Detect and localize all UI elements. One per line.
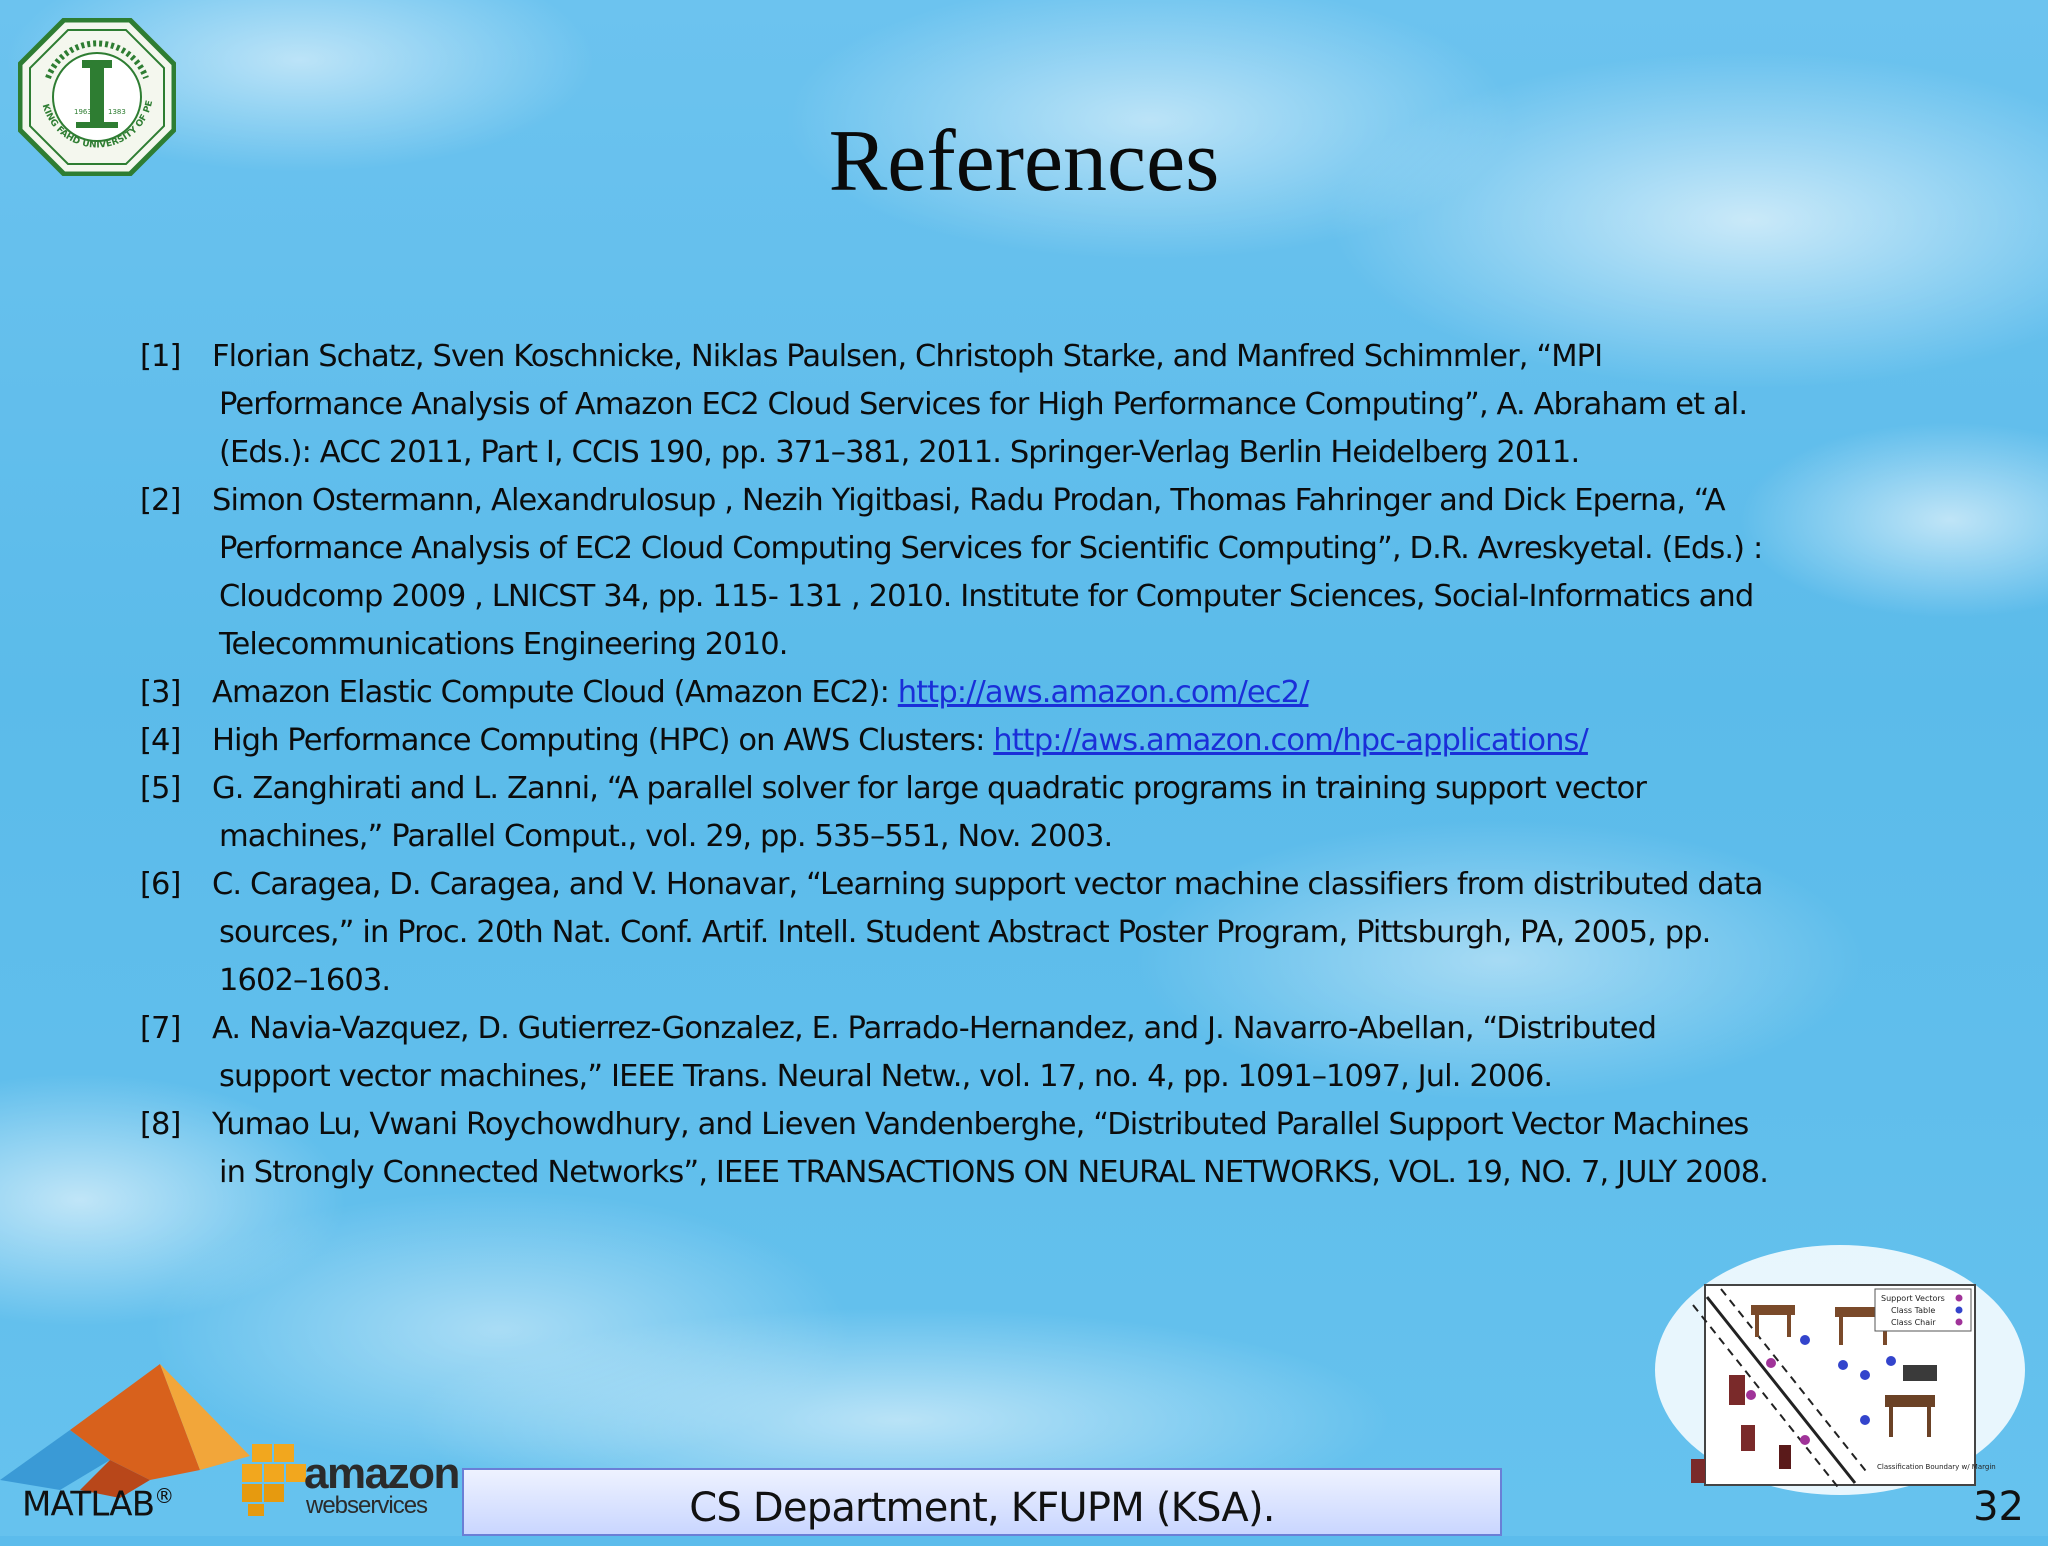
reference-text-line: C. Caragea, D. Caragea, and V. Honavar, … <box>212 867 1763 902</box>
reference-number: [4] <box>140 723 181 758</box>
reference-text-line: sources,” in Proc. 20th Nat. Conf. Artif… <box>219 915 1711 950</box>
reference-item-7: [7] A. Navia-Vazquez, D. Gutierrez-Gonza… <box>140 1005 1970 1101</box>
reference-text-line: Performance Analysis of Amazon EC2 Cloud… <box>219 387 1748 422</box>
matlab-label: MATLAB® <box>22 1484 174 1525</box>
reference-item-6: [6] C. Caragea, D. Caragea, and V. Honav… <box>140 861 1970 1005</box>
reference-text-line: Cloudcomp 2009 , LNICST 34, pp. 115- 131… <box>219 579 1754 614</box>
reference-text-line: Performance Analysis of EC2 Cloud Comput… <box>219 531 1763 566</box>
svg-text:1963: 1963 <box>74 108 92 116</box>
reference-text-line: machines,” Parallel Comput., vol. 29, pp… <box>219 819 1113 854</box>
reference-text-line: G. Zanghirati and L. Zanni, “A parallel … <box>212 771 1647 806</box>
reference-list: [1] Florian Schatz, Sven Koschnicke, Nik… <box>140 333 1970 1197</box>
webservices-wordmark: webservices <box>306 1492 428 1519</box>
slide-title: References <box>828 113 1220 210</box>
reference-text: Amazon Elastic Compute Cloud (Amazon EC2… <box>212 675 898 710</box>
reference-number: [7] <box>140 1011 181 1046</box>
svg-text:Classification Boundary w/ Mar: Classification Boundary w/ Margin <box>1877 1463 1996 1471</box>
svg-text:Support Vectors: Support Vectors <box>1881 1294 1945 1303</box>
reference-item-8: [8] Yumao Lu, Vwani Roychowdhury, and Li… <box>140 1101 1970 1197</box>
svm-classification-figure: Support Vectors Class Table Class Chair … <box>1655 1245 2025 1495</box>
reference-item-2: [2] Simon Ostermann, AlexandruIosup , Ne… <box>140 477 1970 669</box>
reference-text-line: Florian Schatz, Sven Koschnicke, Niklas … <box>212 339 1603 374</box>
reference-text-line: A. Navia-Vazquez, D. Gutierrez-Gonzalez,… <box>212 1011 1657 1046</box>
reference-item-4: [4] High Performance Computing (HPC) on … <box>140 717 1970 765</box>
reference-item-1: [1] Florian Schatz, Sven Koschnicke, Nik… <box>140 333 1970 477</box>
amazon-wordmark: amazon <box>304 1449 460 1498</box>
reference-number: [5] <box>140 771 181 806</box>
footer-department-bar: CS Department, KFUPM (KSA). <box>462 1468 1502 1536</box>
matlab-logo <box>0 1364 250 1498</box>
reference-text-line: (Eds.): ACC 2011, Part I, CCIS 190, pp. … <box>219 435 1580 470</box>
department-label: CS Department, KFUPM (KSA). <box>689 1485 1275 1531</box>
reference-item-5: [5] G. Zanghirati and L. Zanni, “A paral… <box>140 765 1970 861</box>
reference-number: [3] <box>140 675 181 710</box>
reference-item-3: [3] Amazon Elastic Compute Cloud (Amazon… <box>140 669 1970 717</box>
reference-number: [2] <box>140 483 181 518</box>
reference-text-line: in Strongly Connected Networks”, IEEE TR… <box>219 1155 1769 1190</box>
svg-text:1383: 1383 <box>108 108 126 116</box>
reference-text-line: support vector machines,” IEEE Trans. Ne… <box>219 1059 1553 1094</box>
reference-text: High Performance Computing (HPC) on AWS … <box>212 723 994 758</box>
reference-number: [6] <box>140 867 181 902</box>
ec2-link[interactable]: http://aws.amazon.com/ec2/ <box>898 675 1310 710</box>
reference-text-line: Simon Ostermann, AlexandruIosup , Nezih … <box>212 483 1726 518</box>
reference-number: [1] <box>140 339 181 374</box>
reference-number: [8] <box>140 1107 181 1142</box>
reference-text-line: 1602–1603. <box>219 963 391 998</box>
reference-text-line: Yumao Lu, Vwani Roychowdhury, and Lieven… <box>212 1107 1749 1142</box>
hpc-applications-link[interactable]: http://aws.amazon.com/hpc-applications/ <box>993 723 1589 758</box>
svg-text:Class Chair: Class Chair <box>1891 1318 1936 1327</box>
slide-number: 32 <box>1973 1484 2024 1530</box>
svg-text:Class Table: Class Table <box>1891 1306 1935 1315</box>
reference-text-line: Telecommunications Engineering 2010. <box>219 627 788 662</box>
